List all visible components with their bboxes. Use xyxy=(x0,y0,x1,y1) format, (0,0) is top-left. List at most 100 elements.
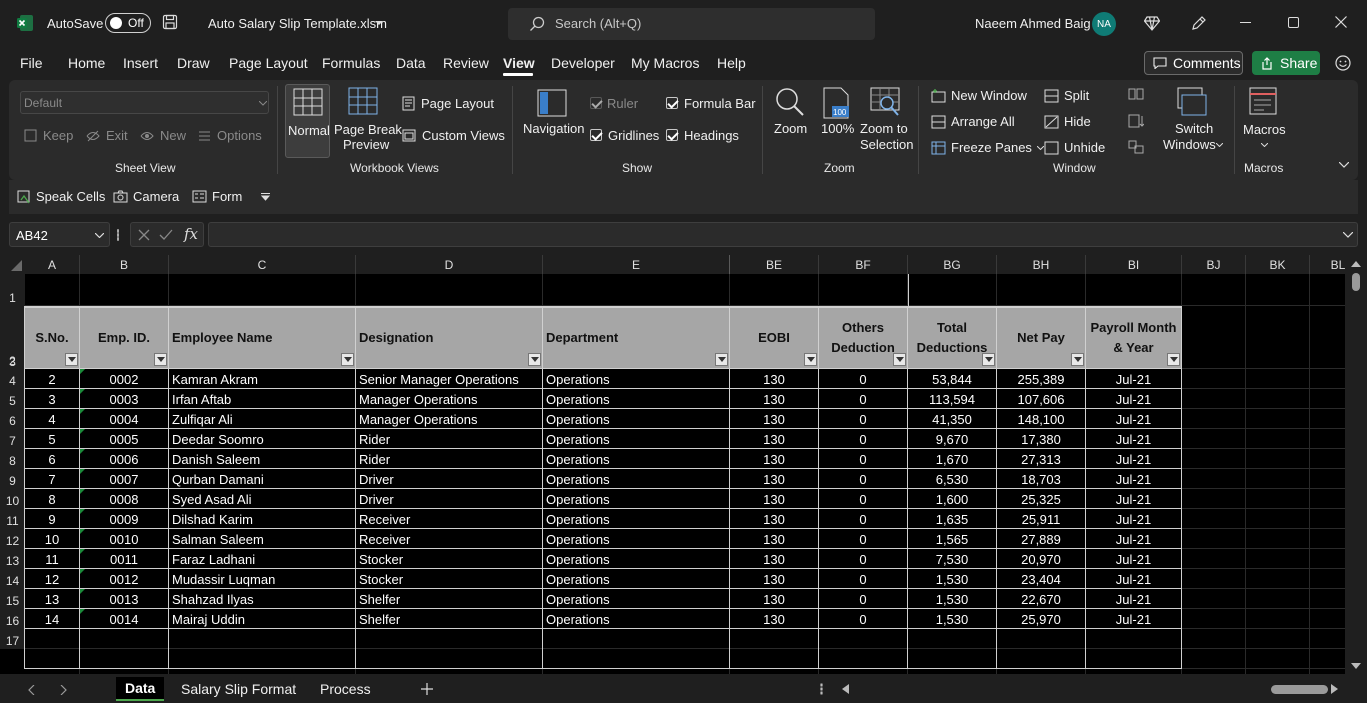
zoom-100-button[interactable]: 100 100% xyxy=(818,84,854,144)
filter-dropdown-button[interactable] xyxy=(893,353,906,366)
speak-cells-button[interactable]: Speak Cells xyxy=(17,189,105,204)
table-cell[interactable]: Jul-21 xyxy=(1086,609,1181,629)
column-header[interactable]: BI xyxy=(1086,255,1182,274)
table-cell[interactable]: 0 xyxy=(819,369,907,389)
table-cell[interactable]: 23,404 xyxy=(997,569,1085,589)
worksheet-grid[interactable]: ABCDEBEBFBGBHBIBJBKBL 123456789101112131… xyxy=(0,255,1345,674)
menu-file[interactable]: File xyxy=(20,55,43,71)
table-cell[interactable]: 10 xyxy=(25,529,79,549)
filter-dropdown-button[interactable] xyxy=(528,353,541,366)
menu-formulas[interactable]: Formulas xyxy=(322,55,380,71)
pen-icon[interactable] xyxy=(1190,14,1208,32)
menu-insert[interactable]: Insert xyxy=(123,55,158,71)
row-header[interactable]: 5 xyxy=(0,389,25,409)
table-cell[interactable]: Shahzad Ilyas xyxy=(169,589,355,609)
horizontal-scroll-thumb[interactable] xyxy=(1271,685,1328,694)
formula-bar-checkbox[interactable] xyxy=(666,97,678,109)
diamond-icon[interactable] xyxy=(1144,15,1160,31)
table-cell[interactable]: 0 xyxy=(819,449,907,469)
new-window-button[interactable]: New Window xyxy=(931,88,1027,103)
table-cell[interactable]: 130 xyxy=(730,469,818,489)
table-cell[interactable]: Jul-21 xyxy=(1086,569,1181,589)
table-cell[interactable]: 0014 xyxy=(80,609,168,629)
navigation-button[interactable]: Navigation xyxy=(520,84,584,144)
filter-dropdown-button[interactable] xyxy=(1071,353,1084,366)
table-cell[interactable]: Manager Operations xyxy=(356,389,542,409)
row-header[interactable]: 13 xyxy=(0,549,25,569)
page-layout-button[interactable]: Page Layout xyxy=(402,96,494,111)
table-cell[interactable]: 0 xyxy=(819,489,907,509)
table-cell[interactable]: 130 xyxy=(730,569,818,589)
table-cell[interactable]: Qurban Damani xyxy=(169,469,355,489)
table-cell[interactable]: 113,594 xyxy=(908,389,996,409)
table-cell[interactable]: Driver xyxy=(356,489,542,509)
table-cell[interactable]: Rider xyxy=(356,449,542,469)
next-sheet-icon[interactable] xyxy=(60,685,67,695)
table-cell[interactable]: 1,670 xyxy=(908,449,996,469)
column-header[interactable]: C xyxy=(169,255,356,274)
table-cell[interactable]: 9 xyxy=(25,509,79,529)
table-cell[interactable]: Manager Operations xyxy=(356,409,542,429)
table-cell[interactable]: 8 xyxy=(25,489,79,509)
search-box[interactable]: Search (Alt+Q) xyxy=(508,8,875,40)
table-cell[interactable]: Operations xyxy=(543,409,729,429)
customize-qat-icon[interactable] xyxy=(261,193,270,201)
menu-page-layout[interactable]: Page Layout xyxy=(229,55,308,71)
table-cell[interactable]: 1,530 xyxy=(908,589,996,609)
table-cell[interactable]: 130 xyxy=(730,389,818,409)
column-header[interactable]: BJ xyxy=(1182,255,1246,274)
column-header[interactable]: E xyxy=(543,255,730,274)
menu-developer[interactable]: Developer xyxy=(551,55,615,71)
table-cell[interactable]: Zulfiqar Ali xyxy=(169,409,355,429)
table-cell[interactable]: Syed Asad Ali xyxy=(169,489,355,509)
table-cell[interactable]: Operations xyxy=(543,489,729,509)
normal-view-button[interactable]: Normal xyxy=(285,84,330,158)
row-header[interactable]: 12 xyxy=(0,529,25,549)
table-cell[interactable]: 18,703 xyxy=(997,469,1085,489)
table-cell[interactable]: Operations xyxy=(543,389,729,409)
table-cell[interactable]: 130 xyxy=(730,549,818,569)
scroll-up-icon[interactable] xyxy=(1351,261,1361,268)
table-cell[interactable]: 0 xyxy=(819,609,907,629)
table-cell[interactable]: 130 xyxy=(730,409,818,429)
table-cell[interactable]: Operations xyxy=(543,589,729,609)
table-cell[interactable]: 0 xyxy=(819,549,907,569)
table-cell[interactable]: 0004 xyxy=(80,409,168,429)
table-cell[interactable]: Shelfer xyxy=(356,609,542,629)
table-header-cell[interactable]: Designation xyxy=(356,307,542,368)
camera-button[interactable]: Camera xyxy=(113,189,179,204)
share-button[interactable]: Share xyxy=(1252,51,1320,75)
sheet-tab-data[interactable]: Data xyxy=(116,677,165,701)
tab-split-grip[interactable] xyxy=(820,683,823,695)
table-cell[interactable]: Driver xyxy=(356,469,542,489)
row-header[interactable]: 17 xyxy=(0,629,25,649)
table-cell[interactable]: 7 xyxy=(25,469,79,489)
table-cell[interactable]: 4 xyxy=(25,409,79,429)
table-cell[interactable]: 130 xyxy=(730,589,818,609)
table-cell[interactable]: Operations xyxy=(543,509,729,529)
headings-checkbox[interactable] xyxy=(666,129,678,141)
macros-button[interactable]: Macros xyxy=(1240,84,1288,158)
table-cell[interactable]: 11 xyxy=(25,549,79,569)
table-cell[interactable]: Jul-21 xyxy=(1086,469,1181,489)
table-cell[interactable]: 25,911 xyxy=(997,509,1085,529)
table-cell[interactable]: Operations xyxy=(543,529,729,549)
column-header[interactable]: A xyxy=(25,255,80,274)
row-header[interactable]: 10 xyxy=(0,489,25,509)
table-cell[interactable]: 6 xyxy=(25,449,79,469)
scroll-left-icon[interactable] xyxy=(842,684,850,694)
table-cell[interactable]: 1,530 xyxy=(908,609,996,629)
menu-draw[interactable]: Draw xyxy=(177,55,210,71)
table-cell[interactable]: 9,670 xyxy=(908,429,996,449)
table-cell[interactable]: 12 xyxy=(25,569,79,589)
row-header[interactable]: 16 xyxy=(0,609,25,629)
table-cell[interactable]: 0 xyxy=(819,469,907,489)
table-cell[interactable]: 1,635 xyxy=(908,509,996,529)
row-header[interactable]: 6 xyxy=(0,409,25,429)
table-cell[interactable]: 130 xyxy=(730,489,818,509)
unhide-button[interactable]: Unhide xyxy=(1044,140,1105,155)
table-cell[interactable]: 17,380 xyxy=(997,429,1085,449)
filter-dropdown-button[interactable] xyxy=(804,353,817,366)
table-cell[interactable]: 0011 xyxy=(80,549,168,569)
table-cell[interactable]: Operations xyxy=(543,569,729,589)
